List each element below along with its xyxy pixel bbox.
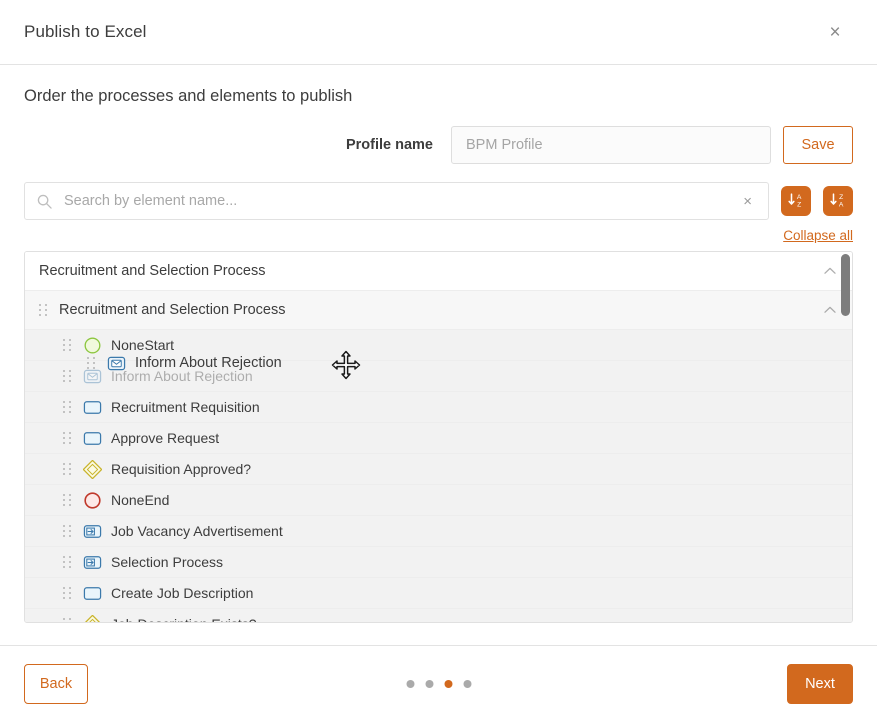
tree-element-row-dragging[interactable]: Inform About Rejection bbox=[25, 361, 852, 392]
tree-element-label: Job Description Exists? bbox=[111, 616, 257, 622]
collapse-all-row: Collapse all bbox=[24, 228, 853, 243]
step-dot-1[interactable] bbox=[406, 679, 414, 688]
tree-root-row[interactable]: Recruitment and Selection Process bbox=[25, 252, 852, 291]
tree-root-label: Recruitment and Selection Process bbox=[39, 263, 266, 279]
section-title: Order the processes and elements to publ… bbox=[24, 87, 353, 105]
svg-text:Z: Z bbox=[839, 194, 843, 201]
tree-scrollbar-thumb[interactable] bbox=[841, 254, 850, 316]
svg-text:A: A bbox=[839, 201, 844, 208]
publish-to-excel-dialog: Publish to Excel × Order the processes a… bbox=[0, 0, 877, 721]
svg-text:A: A bbox=[797, 194, 802, 201]
bpmn-task-icon bbox=[83, 429, 102, 448]
drag-handle-icon[interactable] bbox=[63, 524, 73, 538]
search-box[interactable]: × bbox=[24, 182, 769, 220]
drag-handle-icon[interactable] bbox=[63, 369, 73, 383]
tree-element-label: NoneEnd bbox=[111, 492, 170, 508]
tree-element-row[interactable]: Job Description Exists? bbox=[25, 609, 852, 622]
clear-search-icon[interactable]: × bbox=[739, 193, 756, 210]
chevron-up-icon[interactable] bbox=[822, 263, 838, 279]
dialog-header: Publish to Excel × bbox=[0, 0, 877, 65]
tree-element-row[interactable]: Requisition Approved? bbox=[25, 454, 852, 485]
tree-group-row[interactable]: Recruitment and Selection Process bbox=[25, 291, 852, 330]
bpmn-send-task-icon bbox=[83, 367, 102, 386]
tree-element-row[interactable]: Approve Request bbox=[25, 423, 852, 454]
tree-element-row[interactable]: Create Job Description bbox=[25, 578, 852, 609]
tree-element-row[interactable]: NoneEnd bbox=[25, 485, 852, 516]
back-button[interactable]: Back bbox=[24, 663, 88, 704]
sort-descending-za-icon: Z A bbox=[829, 191, 847, 212]
tree-element-label: Selection Process bbox=[111, 554, 224, 570]
search-row: × A Z Z A bbox=[24, 182, 853, 220]
step-indicator bbox=[406, 679, 471, 688]
dialog-body: Order the processes and elements to publ… bbox=[0, 65, 877, 645]
bpmn-subprocess-icon bbox=[83, 553, 102, 572]
profile-name-input[interactable] bbox=[451, 126, 771, 164]
tree-element-row[interactable]: Recruitment Requisition bbox=[25, 392, 852, 423]
tree-element-row[interactable]: Selection Process bbox=[25, 547, 852, 578]
step-dot-4[interactable] bbox=[463, 679, 471, 688]
search-icon bbox=[37, 194, 52, 209]
dialog-title: Publish to Excel bbox=[24, 22, 147, 41]
tree-element-label: Job Vacancy Advertisement bbox=[111, 523, 283, 539]
bpmn-task-icon bbox=[83, 398, 102, 417]
svg-text:Z: Z bbox=[797, 201, 801, 208]
bpmn-subprocess-icon bbox=[83, 522, 102, 541]
tree-element-label: Approve Request bbox=[111, 430, 220, 446]
chevron-up-icon[interactable] bbox=[822, 302, 838, 318]
search-input[interactable] bbox=[62, 192, 740, 210]
tree-group-label: Recruitment and Selection Process bbox=[59, 302, 286, 318]
drag-handle-icon[interactable] bbox=[39, 303, 49, 317]
tree-element-label: Create Job Description bbox=[111, 585, 254, 601]
close-icon[interactable]: × bbox=[823, 20, 847, 44]
next-button[interactable]: Next bbox=[787, 663, 853, 704]
tree-element-label: Requisition Approved? bbox=[111, 461, 252, 477]
drag-handle-icon[interactable] bbox=[63, 555, 73, 569]
step-dot-3[interactable] bbox=[444, 679, 452, 688]
tree-element-row[interactable]: Job Vacancy Advertisement bbox=[25, 516, 852, 547]
tree-element-label: NoneStart bbox=[111, 337, 175, 353]
bpmn-start-event-icon bbox=[83, 336, 102, 355]
drag-handle-icon[interactable] bbox=[63, 493, 73, 507]
dialog-footer: Back Next bbox=[0, 645, 877, 721]
drag-handle-icon[interactable] bbox=[63, 617, 73, 622]
sort-descending-button[interactable]: Z A bbox=[823, 186, 853, 216]
bpmn-gateway-icon bbox=[83, 459, 102, 479]
drag-handle-icon[interactable] bbox=[63, 431, 73, 445]
drag-handle-icon[interactable] bbox=[63, 400, 73, 414]
profile-name-row: Profile name Save bbox=[24, 126, 853, 164]
sort-ascending-az-icon: A Z bbox=[787, 191, 805, 212]
tree-element-label: Inform About Rejection bbox=[111, 368, 253, 384]
element-tree: Recruitment and Selection Process Recrui… bbox=[24, 251, 853, 623]
tree-element-label: Recruitment Requisition bbox=[111, 399, 260, 415]
drag-handle-icon[interactable] bbox=[63, 462, 73, 476]
profile-name-label: Profile name bbox=[345, 137, 433, 153]
collapse-all-link[interactable]: Collapse all bbox=[783, 228, 853, 243]
bpmn-gateway-icon bbox=[83, 614, 102, 622]
drag-handle-icon[interactable] bbox=[63, 586, 73, 600]
tree-scrollbar[interactable] bbox=[841, 254, 850, 622]
tree-element-row[interactable]: NoneStart bbox=[25, 330, 852, 361]
bpmn-end-event-icon bbox=[83, 491, 102, 510]
save-button[interactable]: Save bbox=[783, 126, 853, 164]
drag-handle-icon[interactable] bbox=[63, 338, 73, 352]
step-dot-2[interactable] bbox=[425, 679, 433, 688]
bpmn-task-icon bbox=[83, 584, 102, 603]
sort-ascending-button[interactable]: A Z bbox=[781, 186, 811, 216]
tree-scroll-area[interactable]: Recruitment and Selection Process Recrui… bbox=[25, 252, 852, 622]
